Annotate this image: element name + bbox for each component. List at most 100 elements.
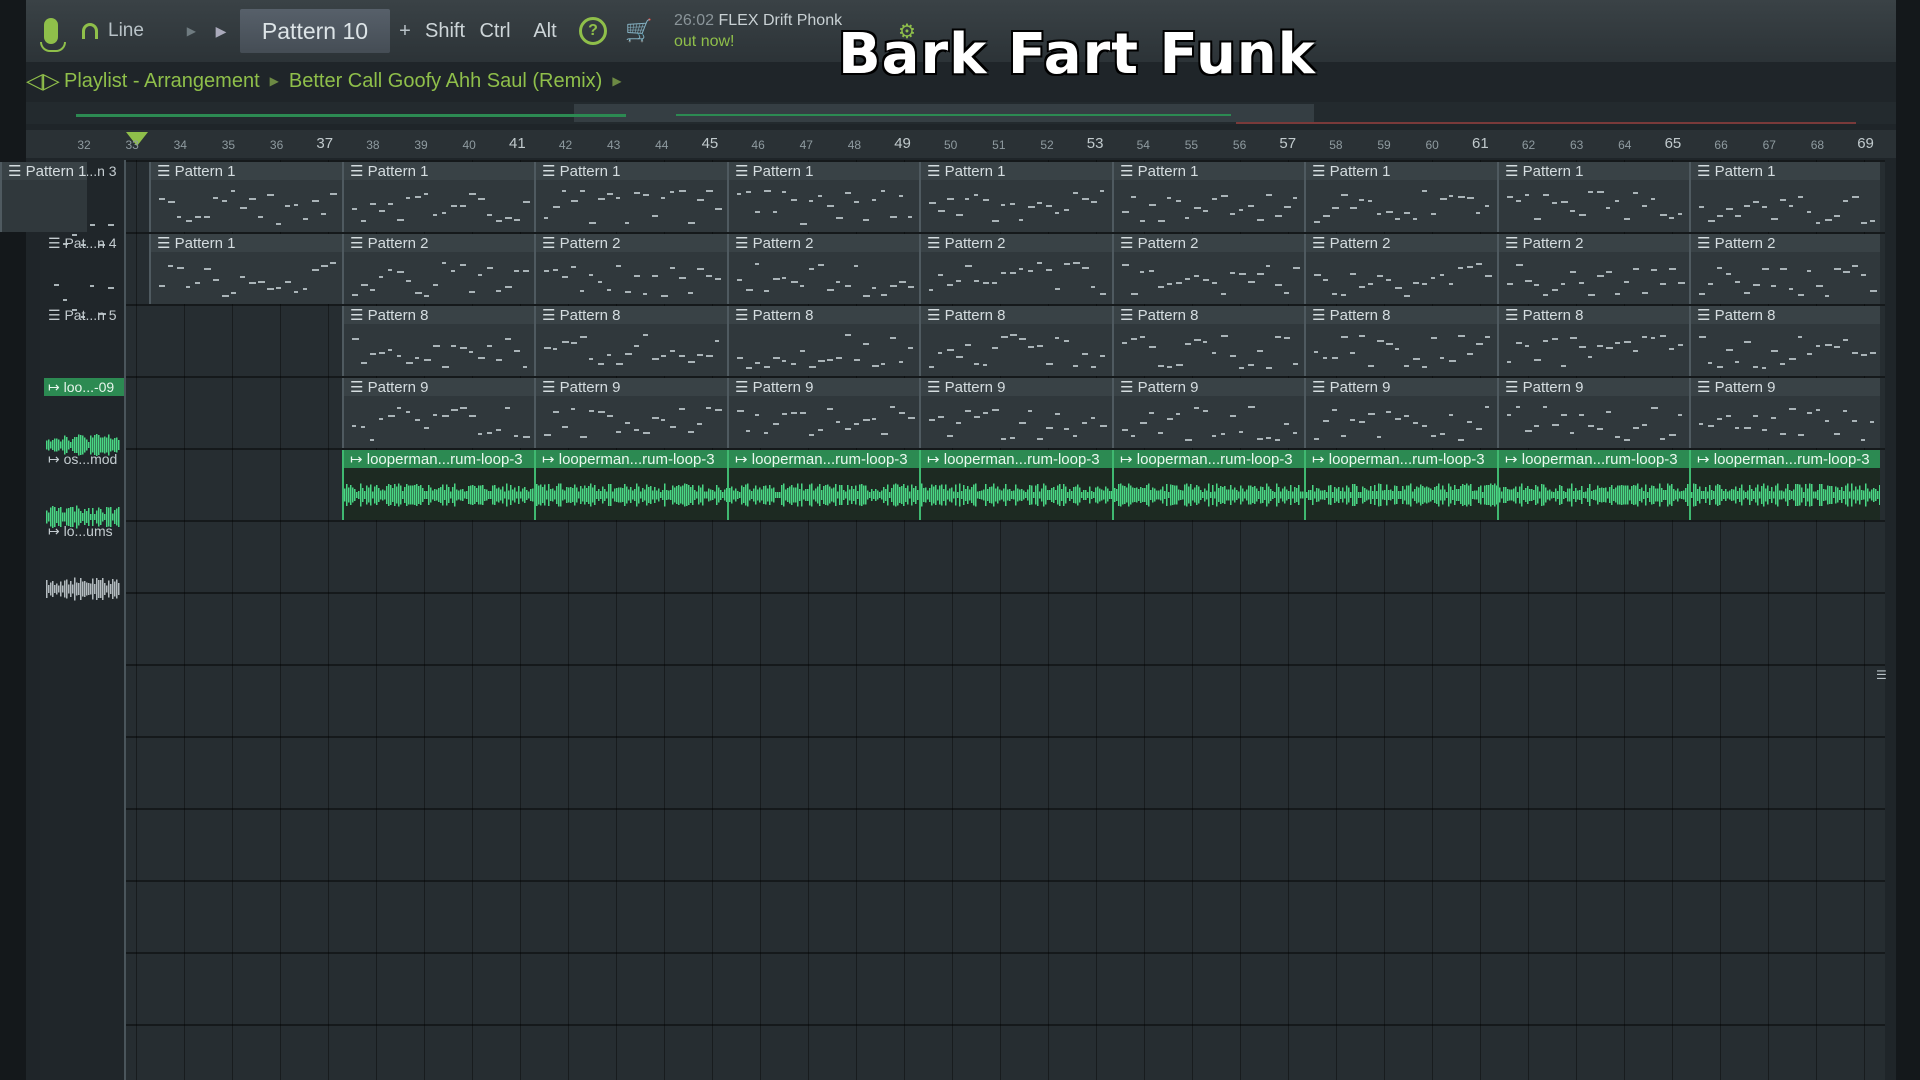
pattern-clip[interactable]: ☰ Pattern 8 <box>1304 306 1497 376</box>
ruler-bar-label: 57 <box>1279 135 1297 152</box>
pattern-clip[interactable]: ☰ Pattern 1 <box>1112 162 1304 232</box>
track-header[interactable]: ☰ Pat...n 4 <box>44 234 124 318</box>
snap-selector[interactable]: Line ▶ <box>76 11 206 51</box>
clip-note-preview <box>544 190 722 224</box>
pattern-clip[interactable]: ☰ Pattern 1 <box>149 234 342 304</box>
timeline-ruler[interactable]: 32 33 34 35 36 37 38 39 40 41 42 43 44 45 46 47 48 49 50 51… <box>26 130 1896 158</box>
pattern-clip[interactable]: ☰ Pattern 2 <box>534 234 727 304</box>
pattern-clip[interactable]: ☰ Pattern 8 <box>342 306 534 376</box>
audio-clip[interactable]: ↦ looperman...rum-loop-3 <box>1304 450 1497 520</box>
pattern-clip[interactable]: ☰ Pattern 2 <box>1304 234 1497 304</box>
pattern-clip[interactable]: ☰ Pattern 9 <box>919 378 1112 448</box>
pattern-clip[interactable]: ☰ Pattern 1 <box>0 162 87 232</box>
ruler-bar-label: 54 <box>1136 138 1150 152</box>
pattern-clip[interactable]: ☰ Pattern 9 <box>1689 378 1880 448</box>
alt-label: Alt <box>533 19 557 42</box>
clip-note-preview <box>544 334 719 365</box>
ruler-bar-label: 63 <box>1569 138 1584 152</box>
panel-toggle-icon[interactable]: ☰ <box>1876 668 1890 708</box>
track-header[interactable]: ↦ lo...ums <box>44 522 124 601</box>
pattern-clip[interactable]: ☰ Pattern 2 <box>727 234 919 304</box>
pattern-clip[interactable]: ☰ Pattern 9 <box>1497 378 1689 448</box>
pattern-clip[interactable]: ☰ Pattern 2 <box>1689 234 1880 304</box>
track-preview-thumbnail <box>46 472 120 529</box>
pattern-clip[interactable]: ☰ Pattern 8 <box>1112 306 1304 376</box>
arrangement-overview-scrollbar[interactable] <box>26 102 1896 124</box>
clip-title: ☰ Pattern 2 <box>1306 234 1497 252</box>
audio-waveform <box>46 577 120 601</box>
overlay-title: Bark Fart Funk <box>838 22 1316 87</box>
speaker-icon[interactable]: ◁▷ <box>26 68 60 94</box>
clip-note-preview <box>929 262 1106 295</box>
audio-clip[interactable]: ↦ looperman...rum-loop-3 <box>1112 450 1304 520</box>
ruler-bar-label: 53 <box>1086 135 1104 152</box>
pattern-clip[interactable]: ☰ Pattern 8 <box>1689 306 1880 376</box>
ruler-bar-label: 69 <box>1857 135 1874 152</box>
pattern-clip[interactable]: ☰ Pattern 1 <box>1689 162 1880 232</box>
clip-note-preview <box>1314 263 1492 297</box>
pattern-clip[interactable]: ☰ Pattern 9 <box>1304 378 1497 448</box>
pattern-clip[interactable]: ☰ Pattern 8 <box>534 306 727 376</box>
pattern-clip[interactable]: ☰ Pattern 1 <box>919 162 1112 232</box>
ruler-bar-label: 43 <box>606 138 621 152</box>
pattern-clip[interactable]: ☰ Pattern 1 <box>342 162 534 232</box>
cart-button[interactable]: 🛒 <box>616 11 662 51</box>
ruler-bar-label: 62 <box>1521 138 1536 152</box>
audio-clip[interactable]: ↦ looperman...rum-loop-3 <box>342 450 534 520</box>
clip-title: ☰ Pattern 1 <box>729 162 919 180</box>
clip-title: ☰ Pattern 9 <box>536 378 727 396</box>
track-header[interactable]: ↦ loo...-09 <box>44 378 124 456</box>
clip-note-preview <box>1314 335 1490 368</box>
ctrl-key-button[interactable]: Ctrl <box>470 11 520 51</box>
add-pattern-button[interactable]: + <box>390 11 420 51</box>
pattern-prev-arrow[interactable]: ▶ <box>206 11 236 51</box>
audio-clip[interactable]: ↦ looperman...rum-loop-3 <box>727 450 919 520</box>
pattern-clip[interactable]: ☰ Pattern 2 <box>1497 234 1689 304</box>
pattern-clip[interactable]: ☰ Pattern 1 <box>1304 162 1497 232</box>
pattern-clip[interactable]: ☰ Pattern 1 <box>1497 162 1689 232</box>
ruler-bar-label: 48 <box>847 138 862 152</box>
alt-key-button[interactable]: Alt <box>520 11 570 51</box>
clip-note-preview <box>1699 408 1874 441</box>
ruler-bar-label: 38 <box>366 138 380 152</box>
clip-note-preview <box>737 334 913 369</box>
clip-note-preview <box>737 190 912 225</box>
record-mic-button[interactable] <box>26 11 76 52</box>
pattern-clip[interactable]: ☰ Pattern 1 <box>727 162 919 232</box>
pattern-clip[interactable]: ☰ Pattern 8 <box>919 306 1112 376</box>
ruler-bar-label: 52 <box>1040 138 1054 152</box>
pattern-selector[interactable]: Pattern 10 <box>240 9 390 53</box>
pattern-clip[interactable]: ☰ Pattern 2 <box>342 234 534 304</box>
audio-clip[interactable]: ↦ looperman...rum-loop-3 <box>1497 450 1689 520</box>
pattern-clip[interactable]: ☰ Pattern 9 <box>342 378 534 448</box>
audio-waveform <box>1114 483 1304 507</box>
news-time: 26:02 <box>674 12 715 29</box>
pattern-clip[interactable]: ☰ Pattern 9 <box>727 378 919 448</box>
pattern-clip[interactable]: ☰ Pattern 8 <box>727 306 919 376</box>
track-header[interactable]: ☰ Pat...n 5 <box>44 306 124 391</box>
pattern-clip[interactable]: ☰ Pattern 9 <box>1112 378 1304 448</box>
breadcrumb-song[interactable]: Better Call Goofy Ahh Saul (Remix) <box>289 70 602 93</box>
pattern-clip[interactable]: ☰ Pattern 8 <box>1497 306 1689 376</box>
breadcrumb-window[interactable]: Playlist - Arrangement <box>64 70 260 93</box>
pattern-clip[interactable]: ☰ Pattern 9 <box>534 378 727 448</box>
help-button[interactable]: ? <box>570 11 616 51</box>
clip-title: ☰ Pattern 1 <box>921 162 1112 180</box>
audio-clip[interactable]: ↦ looperman...rum-loop-3 <box>1689 450 1880 520</box>
track-header-label: ☰ Pat...n 5 <box>48 306 117 323</box>
overview-thumb[interactable] <box>574 104 1314 122</box>
pattern-clip[interactable]: ☰ Pattern 2 <box>919 234 1112 304</box>
audio-clip[interactable]: ↦ looperman...rum-loop-3 <box>919 450 1112 520</box>
pattern-clip[interactable]: ☰ Pattern 1 <box>534 162 727 232</box>
track-header[interactable]: ↦ os...mod <box>44 450 124 529</box>
clip-title: ☰ Pattern 1 <box>344 162 534 180</box>
clip-title: ☰ Pattern 1 <box>1499 162 1689 180</box>
shift-key-button[interactable]: Shift <box>420 11 470 51</box>
track-header-label: ↦ os...mod <box>48 450 118 467</box>
ruler-bar-label: 45 <box>701 135 719 152</box>
pattern-clip[interactable]: ☰ Pattern 1 <box>149 162 342 232</box>
audio-clip[interactable]: ↦ looperman...rum-loop-3 <box>534 450 727 520</box>
ruler-bar-label: 50 <box>944 138 958 152</box>
pattern-clip[interactable]: ☰ Pattern 2 <box>1112 234 1304 304</box>
ruler-bar-label: 41 <box>509 135 526 152</box>
